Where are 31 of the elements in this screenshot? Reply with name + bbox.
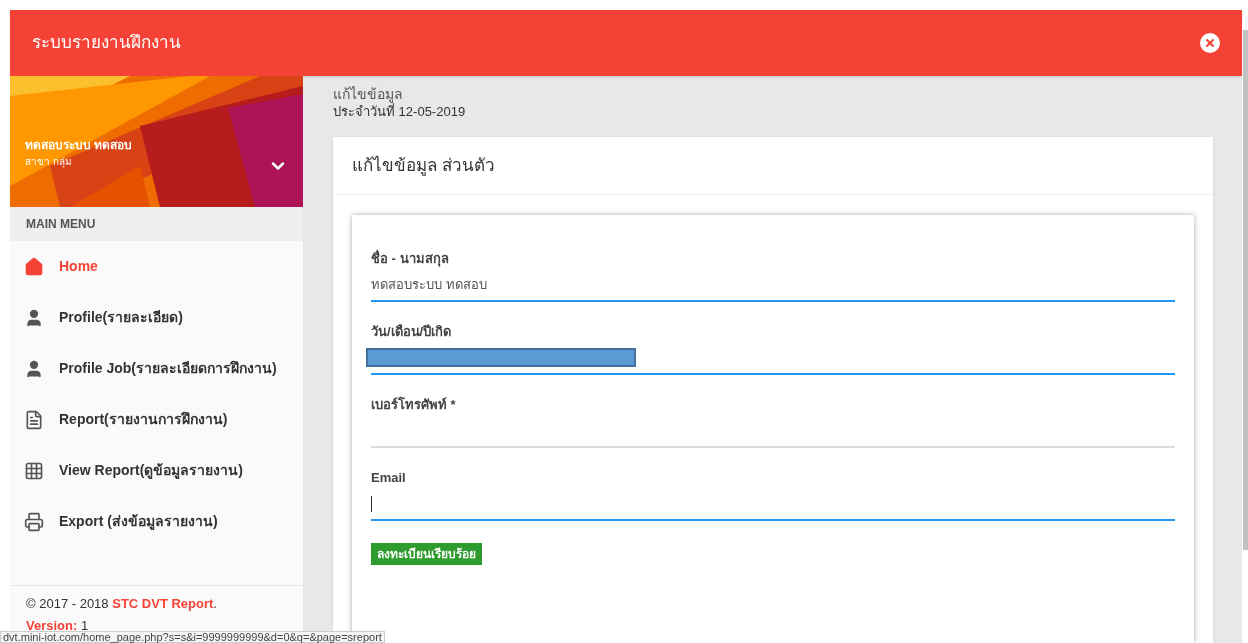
menu-heading: MAIN MENU: [10, 207, 303, 241]
input-field[interactable]: ทดสอบระบบ ทดสอบ: [371, 269, 1175, 302]
field-label: วัน/เดือน/ปีเกิด: [371, 323, 453, 341]
user-group: สาขา กลุ่ม: [25, 154, 133, 169]
user-name: ทดสอบระบบ ทดสอบ: [25, 137, 133, 154]
field-label: ชื่อ - นามสกุล: [371, 249, 450, 269]
card-title: แก้ไขข้อมูล ส่วนตัว: [352, 154, 495, 178]
close-button[interactable]: [1200, 33, 1220, 53]
app-title: ระบบรายงานฝึกงาน: [32, 32, 181, 55]
page-title: แก้ไขข้อมูล: [333, 86, 404, 103]
field-label: เบอร์โทรศัพท์ *: [371, 396, 457, 414]
status-badge: ลงทะเบียนเรียบร้อย: [371, 543, 482, 565]
copyright-text: © 2017 - 2018 STC DVT Report.: [26, 595, 218, 613]
menu-item[interactable]: Export (ส่งข้อมูลรายงาน): [10, 496, 303, 547]
menu-item[interactable]: Report(รายงานการฝึกงาน): [10, 394, 303, 445]
text-cursor: [371, 495, 372, 512]
version-text: Version: 1: [26, 616, 90, 633]
page-date: ประจำวันที่ 12-05-2019: [333, 103, 467, 120]
menu-item[interactable]: Home: [10, 241, 303, 292]
field-label: Email: [371, 469, 407, 487]
document-icon: [24, 409, 44, 430]
menu-item[interactable]: View Report(ดูข้อมูลรายงาน): [10, 445, 303, 496]
printer-icon: [24, 511, 44, 532]
person-icon: [24, 358, 44, 379]
grid-icon: [24, 460, 44, 481]
person-icon: [24, 307, 44, 328]
close-icon: [1204, 37, 1216, 49]
status-bar: dvt.mini-iot.com/home_page.php?s=s&i=9999999999&d=0&q=&page=sreport: [0, 631, 385, 643]
menu-item[interactable]: Profile(รายละเอียด): [10, 292, 303, 343]
home-icon: [24, 256, 44, 277]
menu-item[interactable]: Profile Job(รายละเอียดการฝึกงาน): [10, 343, 303, 394]
